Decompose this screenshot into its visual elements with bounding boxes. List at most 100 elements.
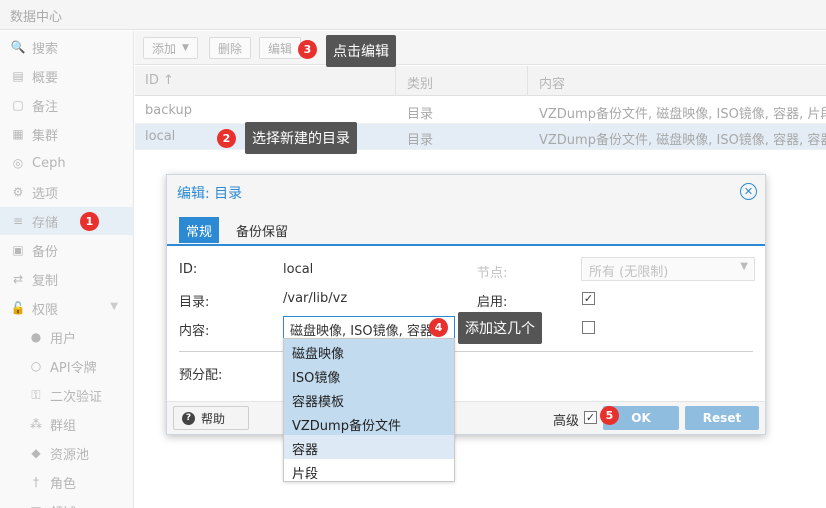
add-button-label: 添加	[152, 41, 177, 56]
id-value: local	[283, 262, 314, 277]
sidebar-item-notes[interactable]: ▢ 备注	[0, 91, 134, 119]
sidebar-item-ceph[interactable]: ◎ Ceph	[0, 149, 134, 177]
sidebar-item-label: 权限	[32, 302, 59, 318]
sidebar-item-groups[interactable]: ⁂ 群组	[0, 410, 134, 438]
grid-header: ID ↑ 类别 内容	[135, 66, 826, 96]
directory-value: /var/lib/vz	[283, 291, 348, 306]
reset-button[interactable]: Reset	[685, 406, 759, 430]
help-button[interactable]: ? 帮助	[173, 406, 249, 430]
list-item[interactable]: 容器模板	[284, 387, 454, 411]
list-item[interactable]: 磁盘映像	[284, 339, 454, 363]
help-button-label: 帮助	[201, 411, 226, 426]
ceph-icon: ◎	[12, 156, 24, 170]
step-badge-5: 5	[600, 406, 619, 425]
advanced-checkbox[interactable]: ✓	[584, 411, 597, 424]
nodes-select-value: 所有 (无限制)	[589, 265, 669, 280]
column-header-id[interactable]: ID ↑	[145, 73, 174, 88]
tab-general[interactable]: 常规	[179, 217, 220, 243]
list-item[interactable]: VZDump备份文件	[284, 411, 454, 435]
close-icon[interactable]: ✕	[740, 183, 757, 200]
content-label: 内容:	[179, 324, 210, 339]
sidebar-item-label: 资源池	[50, 447, 90, 463]
toolbar: 添加 ▼ 删除 编辑	[135, 31, 826, 65]
column-header-content[interactable]: 内容	[539, 73, 565, 92]
sidebar-item-label: 复制	[32, 273, 59, 289]
remove-button[interactable]: 删除	[209, 37, 252, 59]
nodes-label: 节点:	[477, 266, 508, 281]
edit-button-label: 编辑	[268, 41, 293, 56]
step-badge-1: 1	[80, 212, 99, 231]
enable-checkbox[interactable]: ✓	[582, 292, 595, 305]
edit-button[interactable]: 编辑	[259, 37, 302, 59]
tab-backup-retention[interactable]: 备份保留	[229, 217, 295, 243]
chevron-down-icon: ▼	[182, 43, 189, 53]
sidebar-item-cluster[interactable]: ▦ 集群	[0, 120, 134, 148]
row-id: local	[145, 129, 176, 144]
sidebar-item-label: 角色	[50, 476, 77, 492]
sidebar-item-pools[interactable]: ◆ 资源池	[0, 439, 134, 467]
top-bar: 数据中心	[0, 0, 826, 30]
list-item[interactable]: ISO镜像	[284, 363, 454, 387]
tags-icon: ◆	[31, 446, 41, 460]
dialog-title: 编辑: 目录	[177, 186, 243, 202]
advanced-label: 高级	[553, 414, 580, 429]
retweet-icon: ⇄	[12, 272, 24, 286]
step-badge-3: 3	[298, 40, 317, 59]
male-icon: †	[33, 475, 39, 489]
sidebar-item-label: 存储	[32, 215, 59, 231]
sidebar-item-users[interactable]: ● 用户	[0, 323, 134, 351]
sidebar-item-roles[interactable]: † 角色	[0, 468, 134, 496]
sidebar-item-summary[interactable]: ▤ 概要	[0, 62, 134, 90]
table-row[interactable]: local 目录 VZDump备份文件, 磁盘映像, ISO镜像, 容器, 容器…	[135, 124, 826, 150]
content-dropdown-list: 磁盘映像 ISO镜像 容器模板 VZDump备份文件 容器 片段	[283, 338, 455, 482]
sidebar-item-label: Ceph	[32, 155, 66, 171]
column-separator	[527, 66, 528, 96]
step-badge-4: 4	[429, 318, 448, 337]
row-content: VZDump备份文件, 磁盘映像, ISO镜像, 容器, 片段, 容器模板	[539, 107, 826, 122]
sidebar-item-label: 集群	[32, 128, 59, 144]
list-item[interactable]: 片段	[284, 459, 454, 483]
database-icon: ≡	[12, 214, 24, 228]
sidebar-item-storage[interactable]: ≡ 存储	[0, 207, 134, 235]
sidebar-item-search[interactable]: 🔍 搜索	[0, 33, 134, 61]
sidebar-item-api-tokens[interactable]: ○ API令牌	[0, 352, 134, 380]
search-icon: 🔍	[10, 40, 26, 54]
sidebar-item-options[interactable]: ⚙ 选项	[0, 178, 134, 206]
sidebar-item-replication[interactable]: ⇄ 复制	[0, 265, 134, 293]
enable-label: 启用:	[477, 295, 508, 310]
dialog-footer: ? 帮助 高级 ✓ OK Reset	[167, 401, 765, 434]
preallocation-label: 预分配:	[179, 368, 223, 383]
question-icon: ?	[182, 411, 195, 425]
sidebar-item-label: 二次验证	[50, 389, 103, 405]
table-row[interactable]: backup 目录 VZDump备份文件, 磁盘映像, ISO镜像, 容器, 片…	[135, 98, 826, 124]
user-icon: ●	[30, 330, 42, 344]
id-label: ID:	[179, 262, 198, 277]
user-outline-icon: ○	[30, 359, 42, 373]
sidebar: 🔍 搜索 ▤ 概要 ▢ 备注 ▦ 集群 ◎ Ceph ⚙ 选项 ≡ 存储 ▣ 备份 ⇄ 复制 🔓 权…	[0, 31, 134, 508]
server-icon: ▦	[12, 127, 24, 141]
sidebar-item-two-factor[interactable]: ⚿ 二次验证	[0, 381, 134, 409]
directory-label: 目录:	[179, 295, 210, 310]
sidebar-item-realms[interactable]: ▥ 领域	[0, 497, 134, 508]
chevron-down-icon: ▼	[110, 301, 118, 312]
sidebar-item-label: 备份	[32, 244, 59, 260]
floppy-icon: ▣	[12, 243, 24, 257]
book-icon: ▤	[12, 69, 24, 83]
add-button[interactable]: 添加 ▼	[143, 37, 198, 59]
row-type: 目录	[407, 133, 434, 148]
unlock-icon: 🔓	[10, 301, 26, 315]
shared-checkbox[interactable]	[582, 321, 595, 334]
list-item[interactable]: 容器	[284, 435, 454, 459]
row-content: VZDump备份文件, 磁盘映像, ISO镜像, 容器, 容器模板, 片段	[539, 133, 826, 148]
chevron-down-icon: ▼	[740, 261, 748, 272]
divider	[179, 351, 753, 352]
column-header-type[interactable]: 类别	[407, 73, 433, 92]
callout-select-directory: 选择新建的目录	[245, 122, 357, 154]
sidebar-item-permissions[interactable]: 🔓 权限 ▼	[0, 294, 134, 322]
step-badge-2: 2	[217, 129, 236, 148]
sidebar-item-label: 搜索	[32, 41, 59, 57]
sidebar-item-backup[interactable]: ▣ 备份	[0, 236, 134, 264]
dialog-tabbar: 常规 备份保留	[167, 208, 765, 246]
callout-add-these: 添加这几个	[458, 312, 542, 344]
nodes-select[interactable]: 所有 (无限制) ▼	[581, 257, 755, 281]
